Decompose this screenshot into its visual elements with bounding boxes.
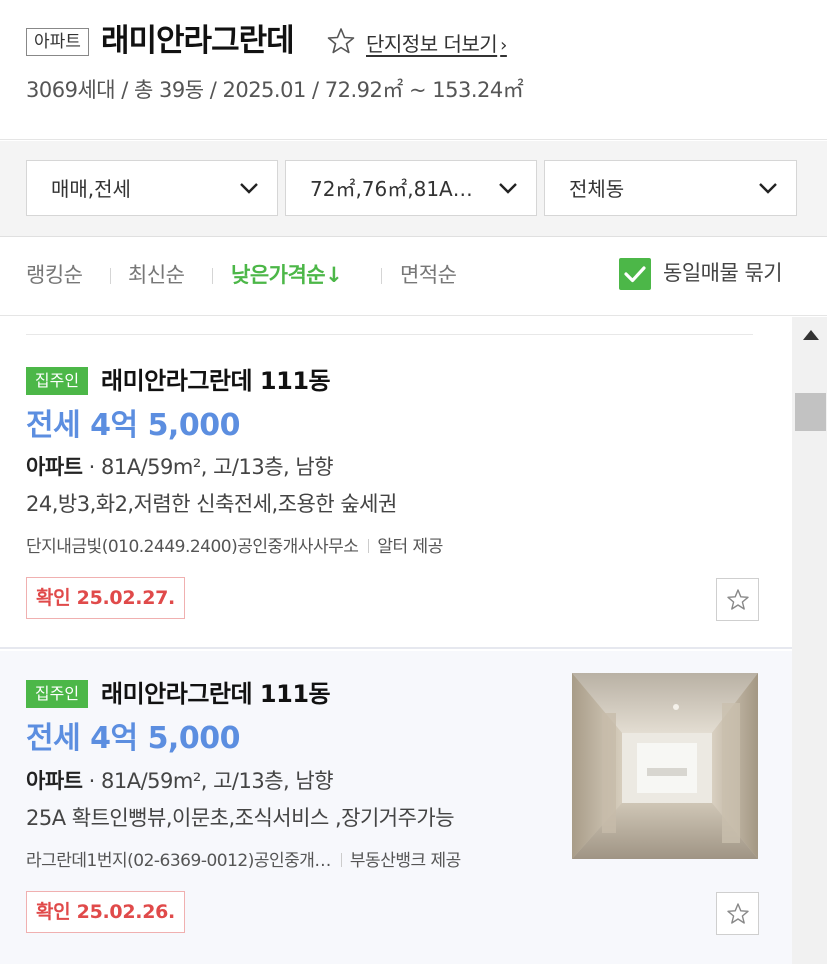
sort-divider	[381, 268, 382, 284]
complex-summary: 3069세대 / 총 39동 / 2025.01 / 72.92㎡ ~ 153.…	[26, 78, 524, 102]
agent-divider	[340, 853, 342, 867]
complex-info-more-link[interactable]: 단지정보 더보기 ›	[366, 31, 507, 59]
confirm-date-badge: 확인 25.02.26.	[26, 891, 185, 933]
area-value: 72㎡,76㎡,81A…	[310, 177, 473, 201]
article-spec-type: 아파트	[26, 769, 83, 793]
favorite-button[interactable]	[716, 892, 759, 935]
article-name: 래미안라그란데 111동	[101, 680, 331, 708]
group-same-checkbox[interactable]	[619, 258, 651, 290]
filter-bar: 매매,전세 72㎡,76㎡,81A… 전체동	[0, 141, 827, 237]
list-divider	[26, 334, 753, 335]
agent-name: 라그란데1번지(02-6369-0012)공인중개…	[26, 851, 331, 871]
complex-name: 래미안라그란데	[101, 23, 295, 59]
article-spec-detail: · 81A/59m², 고/13층, 남향	[82, 769, 334, 793]
provider-name: 부동산뱅크 제공	[349, 851, 461, 871]
confirm-date-badge: 확인 25.02.27.	[26, 577, 185, 619]
article-card[interactable]: 집주인 래미안라그란데 111동 전세 4억 5,000 아파트 · 81A/5…	[0, 352, 792, 649]
area-dropdown[interactable]: 72㎡,76㎡,81A…	[285, 160, 537, 216]
sort-ranking[interactable]: 랭킹순	[26, 261, 83, 289]
chevron-down-icon	[759, 183, 777, 194]
article-name: 래미안라그란데 111동	[101, 367, 331, 395]
complex-header: 아파트 래미안라그란데 단지정보 더보기 › 3069세대 / 총 39동 / 2…	[0, 0, 827, 140]
article-spec: 아파트 · 81A/59m², 고/13층, 남향	[26, 453, 334, 481]
trade-type-dropdown[interactable]: 매매,전세	[26, 160, 278, 216]
sort-divider	[212, 268, 213, 284]
article-thumbnail[interactable]	[572, 673, 758, 859]
scrollbar-thumb[interactable]	[795, 393, 826, 431]
article-card[interactable]: 집주인 래미안라그란데 111동 전세 4억 5,000 아파트 · 81A/5…	[0, 651, 792, 964]
group-same-label[interactable]: 동일매물 묶기	[663, 258, 783, 288]
trade-type-value: 매매,전세	[51, 177, 131, 201]
sort-divider	[110, 268, 111, 284]
chevron-down-icon	[499, 183, 517, 194]
more-link-label: 단지정보 더보기	[366, 32, 498, 56]
article-spec-type: 아파트	[26, 455, 83, 479]
sort-latest[interactable]: 최신순	[128, 261, 185, 289]
article-agent: 라그란데1번지(02-6369-0012)공인중개… 부동산뱅크 제공	[26, 849, 461, 873]
favorite-star-icon[interactable]	[326, 26, 356, 56]
article-description: 24,방3,화2,저렴한 신축전세,조용한 숲세권	[26, 492, 397, 516]
hallway-photo	[572, 673, 758, 859]
agent-name: 단지내금빛(010.2449.2400)공인중개사사무소	[26, 537, 359, 557]
checkmark-icon	[624, 266, 646, 283]
dong-value: 전체동	[569, 177, 625, 201]
owner-badge: 집주인	[26, 367, 88, 395]
article-description: 25A 확트인뻥뷰,이문초,조식서비스 ,장기거주가능	[26, 806, 455, 830]
article-spec: 아파트 · 81A/59m², 고/13층, 남향	[26, 767, 334, 795]
scroll-up-arrow-icon[interactable]	[803, 330, 819, 340]
agent-divider	[368, 539, 370, 553]
article-price: 전세 4억 5,000	[26, 408, 240, 443]
favorite-button[interactable]	[716, 578, 759, 621]
chevron-down-icon	[240, 183, 258, 194]
provider-name: 알터 제공	[377, 537, 443, 557]
article-price: 전세 4억 5,000	[26, 721, 240, 756]
article-agent: 단지내금빛(010.2449.2400)공인중개사사무소 알터 제공	[26, 535, 443, 559]
sort-low-price[interactable]: 낮은가격순↓	[231, 261, 343, 289]
owner-badge: 집주인	[26, 680, 88, 708]
property-type-badge: 아파트	[26, 28, 89, 56]
star-outline-icon	[727, 589, 749, 610]
article-list: 집주인 래미안라그란데 111동 전세 4억 5,000 아파트 · 81A/5…	[0, 317, 792, 964]
chevron-right-icon: ›	[500, 35, 507, 56]
dong-dropdown[interactable]: 전체동	[544, 160, 797, 216]
article-spec-detail: · 81A/59m², 고/13층, 남향	[82, 455, 334, 479]
star-outline-icon	[727, 903, 749, 924]
sort-area[interactable]: 면적순	[400, 261, 457, 289]
